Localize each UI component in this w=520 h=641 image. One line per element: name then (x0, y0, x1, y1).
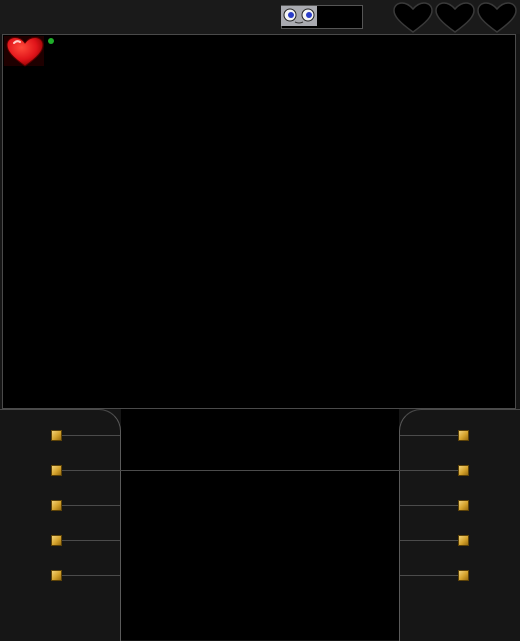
peg-right-1[interactable] (458, 430, 469, 441)
peg-right-3[interactable] (458, 500, 469, 511)
long-wire (56, 470, 464, 471)
red-heart-icon[interactable] (4, 34, 46, 70)
peg-left-4[interactable] (51, 535, 62, 546)
peg-right-4[interactable] (458, 535, 469, 546)
right-peg-panel (399, 409, 520, 641)
wire (56, 435, 120, 436)
life-heart-icon (393, 2, 433, 33)
wire (56, 505, 120, 506)
peg-left-5[interactable] (51, 570, 62, 581)
peg-left-3[interactable] (51, 500, 62, 511)
peg-right-5[interactable] (458, 570, 469, 581)
wire (400, 575, 464, 576)
life-heart-icon (477, 2, 517, 33)
playfield[interactable] (2, 34, 516, 409)
wire (56, 540, 120, 541)
wire (400, 505, 464, 506)
wire (400, 540, 464, 541)
character-face-icon[interactable] (281, 6, 317, 26)
peg-left-1[interactable] (51, 430, 62, 441)
life-heart-icon (435, 2, 475, 33)
wire (400, 435, 464, 436)
peg-right-2[interactable] (458, 465, 469, 476)
center-chute (121, 409, 399, 640)
peg-left-2[interactable] (51, 465, 62, 476)
left-peg-panel (0, 409, 121, 641)
status-indicator-dot (48, 38, 54, 44)
wire (56, 575, 120, 576)
